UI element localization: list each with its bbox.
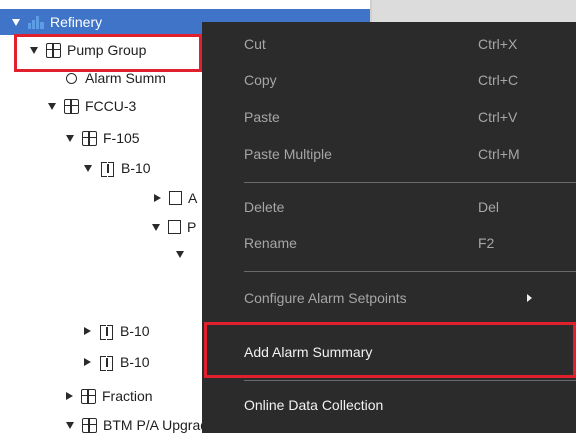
tree-item-label: FCCU-3 (85, 98, 137, 114)
expand-icon[interactable] (48, 102, 56, 110)
tree-item-label: A (188, 190, 198, 206)
expand-icon[interactable] (152, 223, 160, 231)
menu-item-paste[interactable]: Paste Ctrl+V (202, 100, 576, 134)
menu-item-cut[interactable]: Cut Ctrl+X (202, 27, 576, 61)
menu-item-rename[interactable]: Rename F2 (202, 226, 576, 260)
menu-item-label: Copy (244, 72, 277, 88)
menu-item-label: Online Data Collection (244, 397, 384, 413)
submenu-arrow-icon (527, 294, 532, 302)
component-icon (169, 191, 182, 205)
tree-item-label: B-10 (121, 160, 151, 176)
menu-item-shortcut: Ctrl+C (478, 72, 519, 88)
menu-item-shortcut: Ctrl+X (478, 36, 518, 52)
expand-icon[interactable] (66, 134, 74, 142)
menu-separator (244, 271, 576, 272)
asset-icon (99, 324, 114, 340)
menu-item-copy[interactable]: Copy Ctrl+C (202, 63, 576, 97)
tree-item-label: Fraction (102, 388, 153, 404)
expand-icon[interactable] (66, 392, 73, 400)
group-icon (82, 130, 97, 146)
menu-item-add-alarm-summary[interactable]: Add Alarm Summary (202, 335, 576, 369)
expand-icon[interactable] (176, 250, 184, 258)
expand-icon[interactable] (84, 164, 92, 172)
menu-item-label: Add Alarm Summary (244, 344, 373, 360)
menu-item-label: Delete (244, 199, 285, 215)
menu-item-label: Configure Alarm Setpoints (244, 290, 407, 306)
tree-item-label: Alarm Summ (85, 70, 166, 86)
expand-icon[interactable] (12, 18, 20, 26)
group-icon (81, 388, 96, 404)
component-icon (168, 220, 181, 234)
tree-item-label: B-10 (120, 323, 150, 339)
menu-item-configure-alarm-setpoints[interactable]: Configure Alarm Setpoints (202, 281, 576, 315)
menu-item-shortcut: Ctrl+M (478, 146, 520, 162)
menu-item-online-data-collection[interactable]: Online Data Collection (202, 388, 576, 422)
tree-item-label: F-105 (103, 130, 140, 146)
expand-icon[interactable] (84, 327, 91, 335)
tree-item-label: Refinery (50, 14, 103, 30)
tree-item-label: B-10 (120, 354, 150, 370)
expand-icon[interactable] (84, 358, 91, 366)
asset-icon (99, 355, 114, 371)
menu-item-delete[interactable]: Delete Del (202, 190, 576, 224)
group-icon (46, 42, 61, 58)
menu-item-label: Rename (244, 235, 297, 251)
menu-separator (244, 380, 576, 381)
plant-icon (28, 15, 44, 29)
context-menu: Cut Ctrl+X Copy Ctrl+C Paste Ctrl+V Past… (202, 22, 576, 433)
menu-item-shortcut: Ctrl+V (478, 109, 518, 125)
menu-item-label: Cut (244, 36, 266, 52)
expand-icon[interactable] (66, 421, 74, 429)
menu-item-shortcut: F2 (478, 235, 495, 251)
group-icon (64, 98, 79, 114)
tree-item-label: BTM P/A Upgrade (103, 417, 216, 433)
expand-icon[interactable] (30, 46, 38, 54)
alarm-summary-icon (66, 72, 77, 84)
menu-item-label: Paste Multiple (244, 146, 332, 162)
tree-item-label: P (187, 219, 197, 235)
group-icon (82, 417, 97, 433)
expand-icon[interactable] (154, 194, 161, 202)
menu-item-paste-multiple[interactable]: Paste Multiple Ctrl+M (202, 137, 576, 171)
menu-separator (244, 182, 576, 183)
asset-icon (100, 161, 115, 177)
menu-item-shortcut: Del (478, 199, 500, 215)
tree-item-label: Pump Group (67, 42, 147, 58)
menu-item-label: Paste (244, 109, 280, 125)
